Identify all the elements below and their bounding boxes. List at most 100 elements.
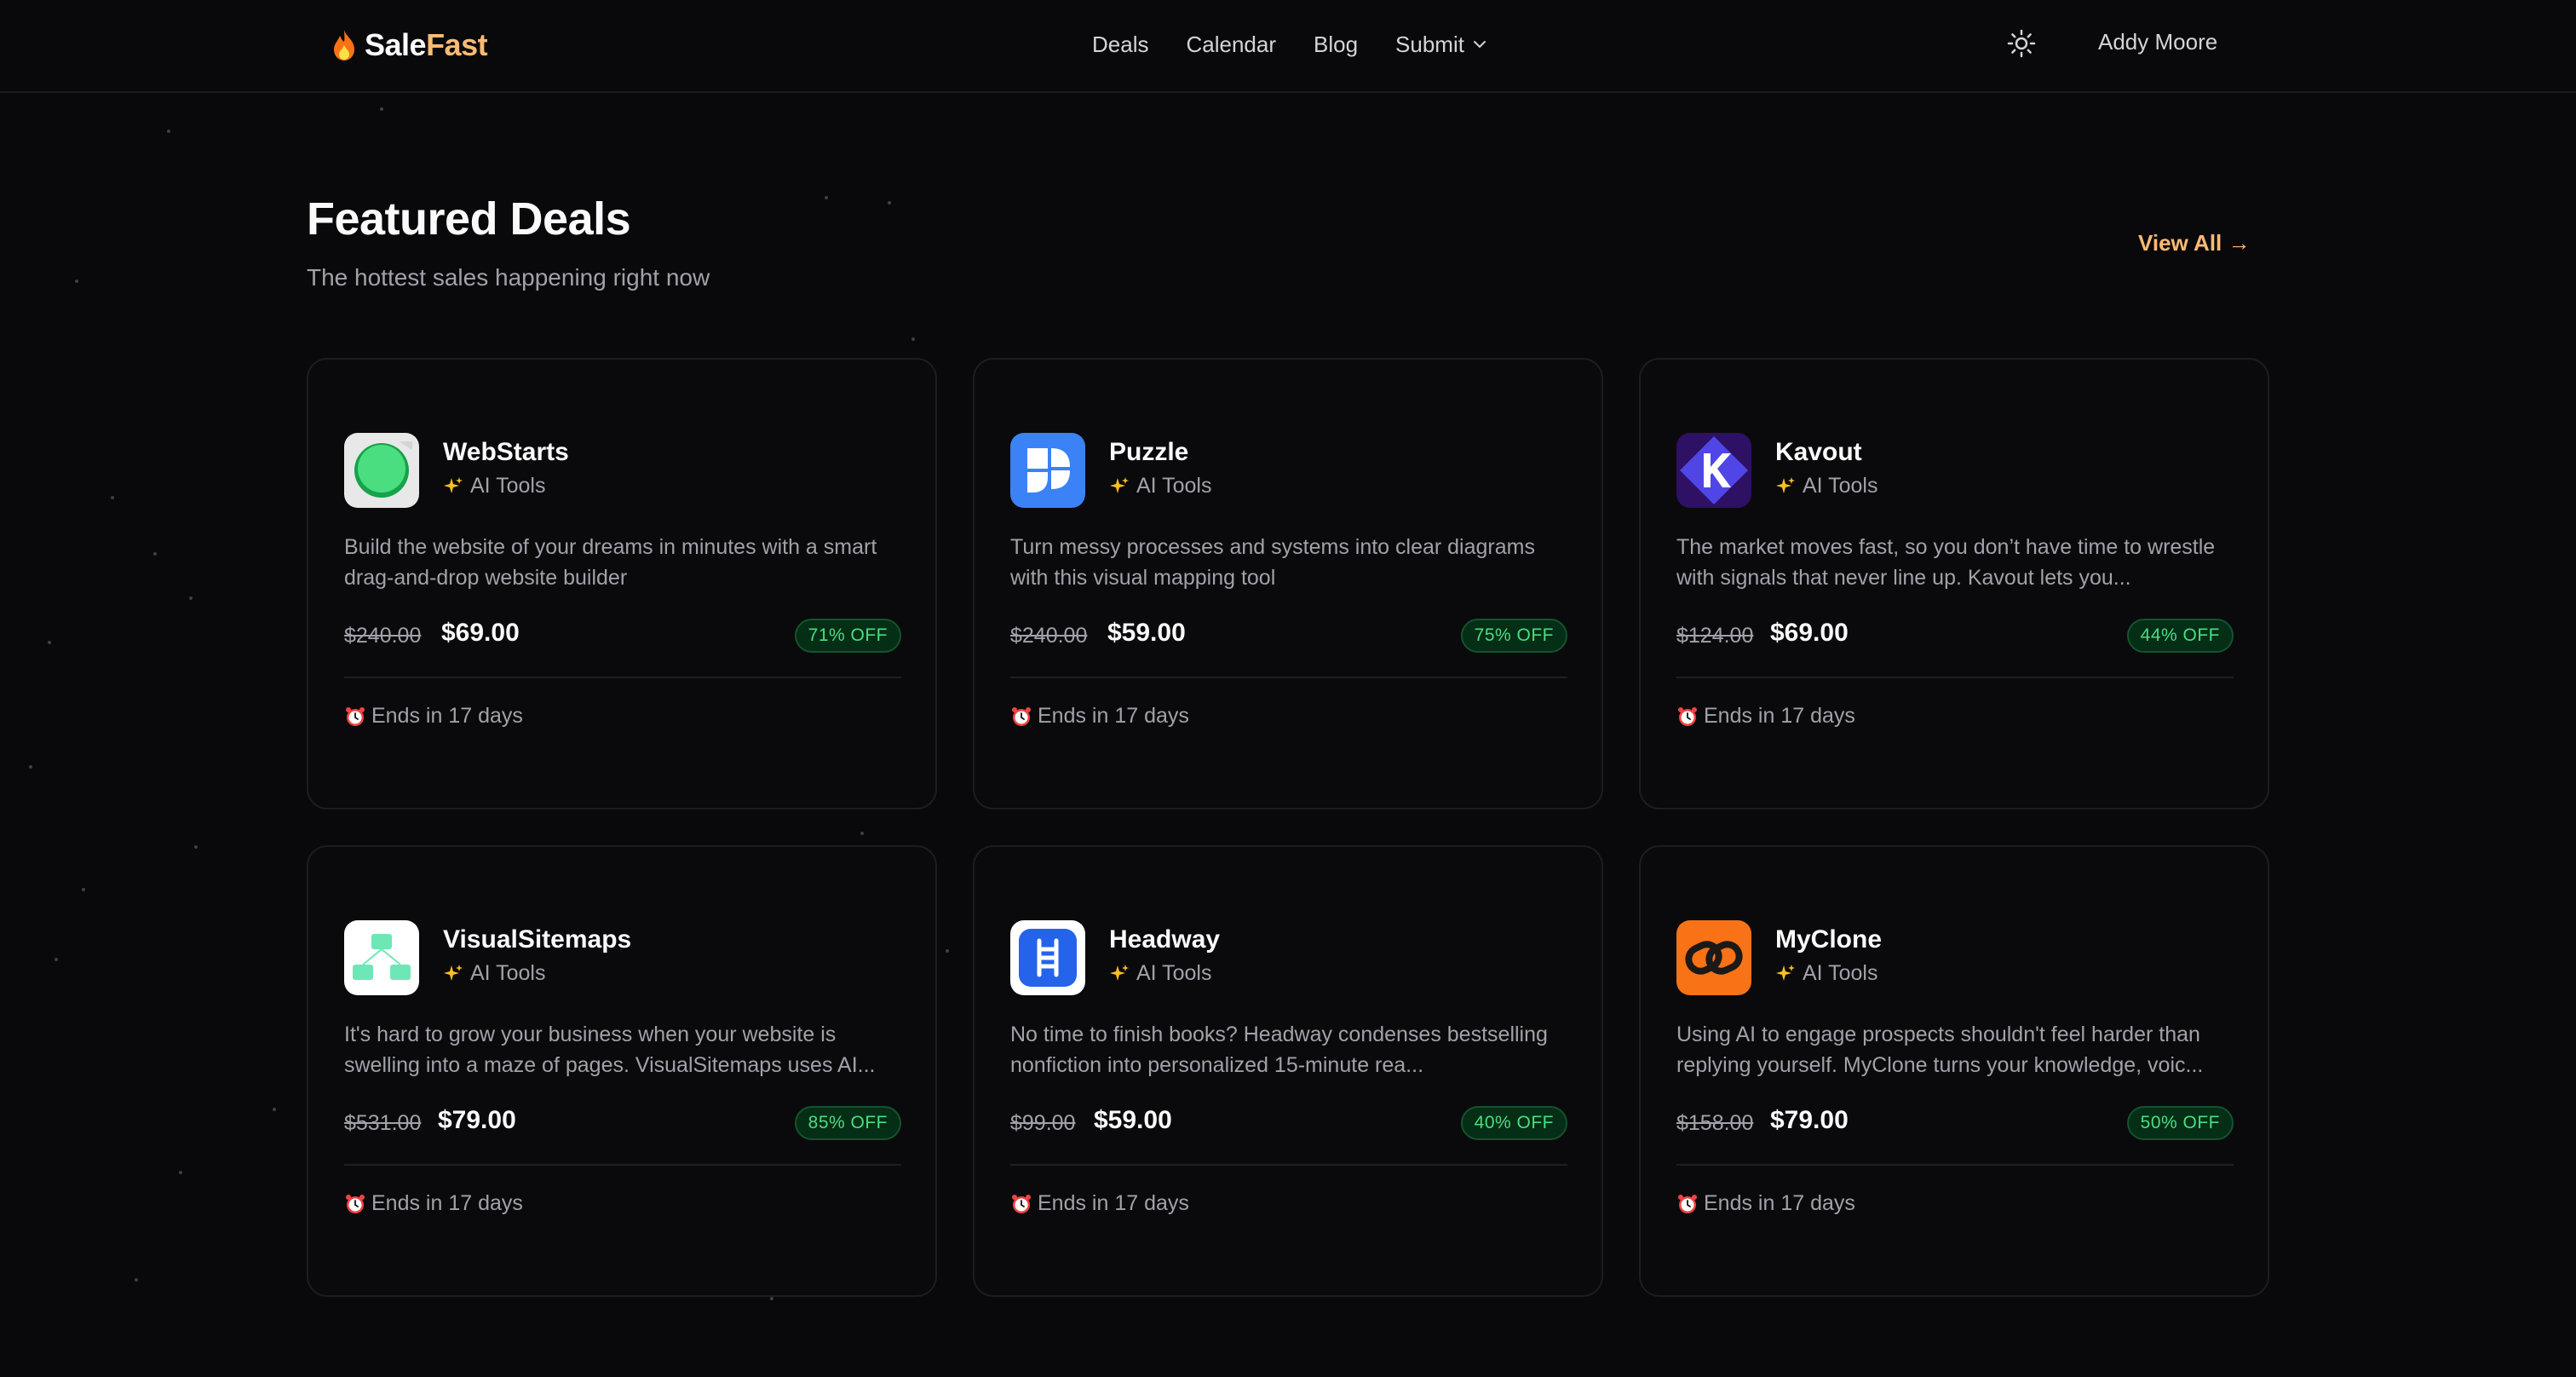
deal-category: AI Tools <box>1775 474 1877 498</box>
deal-name: WebStarts <box>443 438 569 466</box>
deal-category: AI Tools <box>443 961 545 986</box>
card-divider <box>1676 1164 2234 1166</box>
sparkles-icon <box>444 964 463 981</box>
deal-ends-label: Ends in 17 days <box>371 704 523 728</box>
nav-submit-label: Submit <box>1395 31 1464 57</box>
headway-logo-icon <box>1010 920 1085 995</box>
flame-icon <box>334 30 354 60</box>
original-price: $124.00 <box>1676 624 1754 648</box>
card-divider <box>1010 1164 1567 1166</box>
price-row: $531.00 $79.00 85% OFF <box>344 1106 901 1140</box>
discount-badge: 44% OFF <box>2126 619 2234 653</box>
deal-ends-label: Ends in 17 days <box>1704 704 1855 728</box>
price-row: $240.00 $59.00 75% OFF <box>1010 619 1567 653</box>
card-divider <box>344 677 901 678</box>
discount-badge: 50% OFF <box>2126 1106 2234 1140</box>
deal-name: Kavout <box>1775 438 1862 466</box>
top-header: SaleFast Deals Calendar Blog Submit Addy… <box>0 0 2576 93</box>
visualsitemaps-logo-icon <box>344 920 419 995</box>
webstarts-logo-icon <box>344 433 419 508</box>
sale-price: $59.00 <box>1107 619 1186 647</box>
view-all-link[interactable]: View All → <box>2138 230 2251 256</box>
sparkles-icon <box>1110 964 1129 981</box>
deal-card-headway[interactable]: Headway AI Tools No time to finish books… <box>973 845 1603 1297</box>
deal-card-webstarts[interactable]: WebStarts AI Tools Build the website of … <box>307 358 937 809</box>
original-price: $99.00 <box>1010 1111 1076 1135</box>
deal-description: Build the website of your dreams in minu… <box>344 535 877 590</box>
original-price: $531.00 <box>344 1111 422 1135</box>
discount-badge: 75% OFF <box>1460 619 1567 653</box>
chevron-down-icon <box>1473 41 1486 49</box>
deal-description: No time to finish books? Headway condens… <box>1010 1023 1548 1077</box>
user-menu[interactable]: Addy Moore <box>2098 29 2217 55</box>
alarm-clock-icon <box>1012 1194 1031 1213</box>
nav-calendar[interactable]: Calendar <box>1186 32 1276 58</box>
brand-name-part1: Sale <box>365 27 427 62</box>
nav-blog[interactable]: Blog <box>1314 32 1358 58</box>
sparkles-icon <box>444 476 463 493</box>
deal-description: The market moves fast, so you don’t have… <box>1676 535 2216 590</box>
deal-description: It's hard to grow your business when you… <box>344 1023 876 1077</box>
deal-category-label: AI Tools <box>1136 961 1212 985</box>
card-divider <box>344 1164 901 1166</box>
deal-ends-label: Ends in 17 days <box>1704 1191 1855 1215</box>
deal-ends: Ends in 17 days <box>1676 704 1855 729</box>
main-nav: Deals Calendar Blog Submit <box>1092 27 1486 61</box>
deal-card-kavout[interactable]: Kavout AI Tools The market moves fast, s… <box>1639 358 2269 809</box>
myclone-logo-icon <box>1676 920 1751 995</box>
deal-name: Headway <box>1109 925 1221 954</box>
sale-price: $59.00 <box>1094 1106 1172 1134</box>
deal-category: AI Tools <box>1775 961 1877 986</box>
nav-submit[interactable]: Submit <box>1395 32 1486 58</box>
deal-category: AI Tools <box>443 474 545 498</box>
deal-card-visualsitemaps[interactable]: VisualSitemaps AI Tools It's hard to gro… <box>307 845 937 1297</box>
deal-ends-label: Ends in 17 days <box>1038 704 1189 728</box>
price-row: $99.00 $59.00 40% OFF <box>1010 1106 1567 1140</box>
nav-deals[interactable]: Deals <box>1092 32 1148 58</box>
alarm-clock-icon <box>346 1194 365 1213</box>
deal-category: AI Tools <box>1109 474 1211 498</box>
deal-ends: Ends in 17 days <box>344 704 523 729</box>
deal-ends: Ends in 17 days <box>1676 1191 1855 1216</box>
deal-ends-label: Ends in 17 days <box>371 1191 523 1215</box>
deal-ends: Ends in 17 days <box>1010 1191 1189 1216</box>
discount-badge: 71% OFF <box>794 619 901 653</box>
deal-category-label: AI Tools <box>1803 474 1878 498</box>
sale-price: $79.00 <box>1770 1106 1849 1134</box>
sparkles-icon <box>1776 964 1795 981</box>
price-row: $158.00 $79.00 50% OFF <box>1676 1106 2234 1140</box>
sun-icon[interactable] <box>2007 29 2036 58</box>
sale-price: $69.00 <box>1770 619 1849 647</box>
kavout-logo-icon <box>1676 433 1751 508</box>
section-title: Featured Deals <box>307 193 631 245</box>
deal-ends: Ends in 17 days <box>344 1191 523 1216</box>
brand-name: SaleFast <box>365 27 488 63</box>
deal-description: Using AI to engage prospects shouldn't f… <box>1676 1023 2204 1077</box>
deal-category-label: AI Tools <box>1136 474 1212 498</box>
deal-card-myclone[interactable]: MyClone AI Tools Using AI to engage pros… <box>1639 845 2269 1297</box>
sale-price: $69.00 <box>441 619 520 647</box>
deal-category-label: AI Tools <box>470 961 546 985</box>
sparkles-icon <box>1776 476 1795 493</box>
deal-description: Turn messy processes and systems into cl… <box>1010 535 1535 590</box>
brand-logo[interactable]: SaleFast <box>331 24 488 66</box>
discount-badge: 40% OFF <box>1460 1106 1567 1140</box>
deal-name: VisualSitemaps <box>443 925 632 954</box>
deal-category-label: AI Tools <box>470 474 546 498</box>
deal-category-label: AI Tools <box>1803 961 1878 985</box>
alarm-clock-icon <box>1678 1194 1697 1213</box>
original-price: $240.00 <box>344 624 422 648</box>
sparkles-icon <box>1110 476 1129 493</box>
puzzle-logo-icon <box>1010 433 1085 508</box>
alarm-clock-icon <box>1012 706 1031 726</box>
original-price: $158.00 <box>1676 1111 1754 1135</box>
deal-name: Puzzle <box>1109 438 1189 466</box>
card-divider <box>1676 677 2234 678</box>
deal-card-puzzle[interactable]: Puzzle AI Tools Turn messy processes and… <box>973 358 1603 809</box>
sale-price: $79.00 <box>438 1106 516 1134</box>
deal-ends: Ends in 17 days <box>1010 704 1189 729</box>
brand-name-part2: Fast <box>426 27 488 62</box>
deal-name: MyClone <box>1775 925 1883 954</box>
price-row: $124.00 $69.00 44% OFF <box>1676 619 2234 653</box>
alarm-clock-icon <box>1678 706 1697 726</box>
